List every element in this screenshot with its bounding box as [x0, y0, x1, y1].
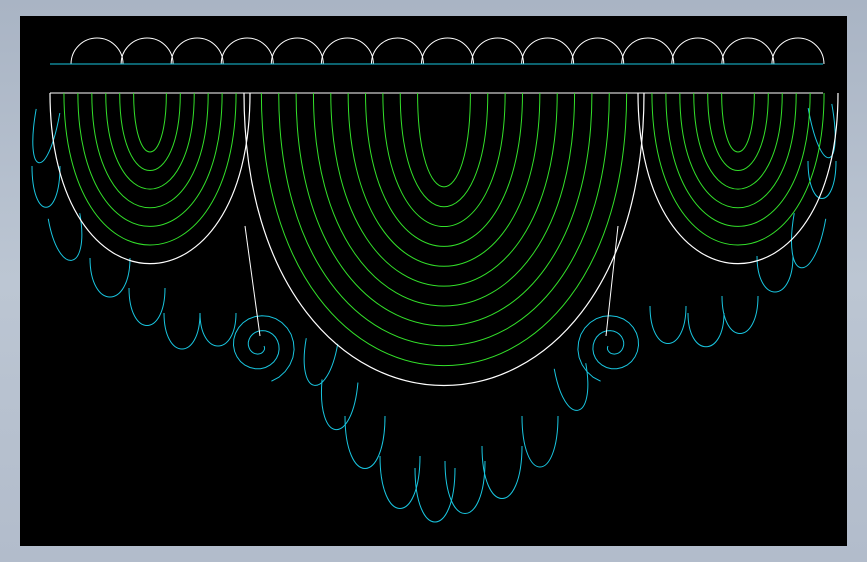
trim-bell: [128, 287, 166, 326]
center-swag-pleat: [330, 92, 558, 287]
trim-bell: [481, 445, 523, 499]
scroll-ornament: [577, 315, 640, 382]
trim-bell: [687, 312, 725, 348]
trim-bell: [31, 165, 61, 208]
left-swag-pleat: [63, 92, 237, 246]
center-swag-pleat: [278, 92, 610, 347]
trim-bell: [379, 455, 421, 509]
left-swag-pleat: [133, 92, 167, 153]
center-swag-pleat: [399, 92, 489, 208]
trim-bell: [649, 305, 687, 344]
cad-viewport[interactable]: [20, 16, 847, 546]
pleats-group: [63, 92, 825, 367]
pelmet-scallop: [771, 37, 825, 65]
trim-bell: [721, 295, 759, 334]
pelmet-scallop: [70, 37, 124, 65]
right-swag-pleat: [693, 92, 783, 190]
right-swag-pleat: [665, 92, 811, 227]
trim-bell: [791, 213, 827, 269]
pelmet-scallop: [220, 37, 274, 65]
pelmet-scallop: [270, 37, 324, 65]
pelmet-scallop: [621, 37, 675, 65]
left-swag-pleat: [105, 92, 195, 190]
center-swag-pleat: [347, 92, 541, 267]
trim-bell: [89, 257, 131, 298]
trim-group: [31, 103, 837, 523]
right-swag-outline: [637, 92, 839, 265]
right-swag-pleat: [651, 92, 825, 246]
center-swag-outline: [243, 92, 645, 386]
trim-bell: [303, 338, 339, 386]
right-swag-pleat: [707, 92, 769, 171]
right-tail-line: [605, 225, 619, 337]
swag-outlines-group: [49, 92, 839, 386]
pelmet-scallop: [120, 37, 174, 65]
center-swag-pleat: [365, 92, 523, 247]
pelmet-scallop: [471, 37, 525, 65]
trim-bell: [553, 363, 589, 411]
left-swag-outline: [49, 92, 251, 265]
center-swag-pleat: [417, 92, 471, 188]
center-swag-pleat: [312, 92, 576, 307]
trim-bell: [32, 108, 61, 164]
trim-bell: [444, 460, 486, 514]
left-swag-pleat: [77, 92, 223, 227]
pelmet-group: [50, 37, 825, 94]
left-swag-pleat: [91, 92, 209, 209]
trim-bell: [199, 312, 237, 347]
trim-bell: [344, 415, 386, 469]
pelmet-scallop: [671, 37, 725, 65]
pelmet-scallop: [721, 37, 775, 65]
trim-bell: [756, 255, 794, 293]
left-swag-pleat: [119, 92, 181, 171]
pelmet-scallop: [320, 37, 374, 65]
right-swag-pleat: [679, 92, 797, 209]
trim-bell: [320, 379, 359, 430]
pelmet-scallop: [170, 37, 224, 65]
pelmet-scallop: [421, 37, 474, 65]
pelmet-scallop: [571, 37, 625, 65]
trim-bell: [163, 312, 201, 350]
center-swag-pleat: [295, 92, 593, 327]
valance-drawing: [31, 37, 839, 523]
pelmet-scallop: [370, 37, 424, 65]
trim-bell: [521, 415, 559, 468]
pelmet-scallop: [521, 37, 575, 65]
right-swag-pleat: [721, 92, 755, 153]
scroll-ornament: [232, 315, 295, 382]
